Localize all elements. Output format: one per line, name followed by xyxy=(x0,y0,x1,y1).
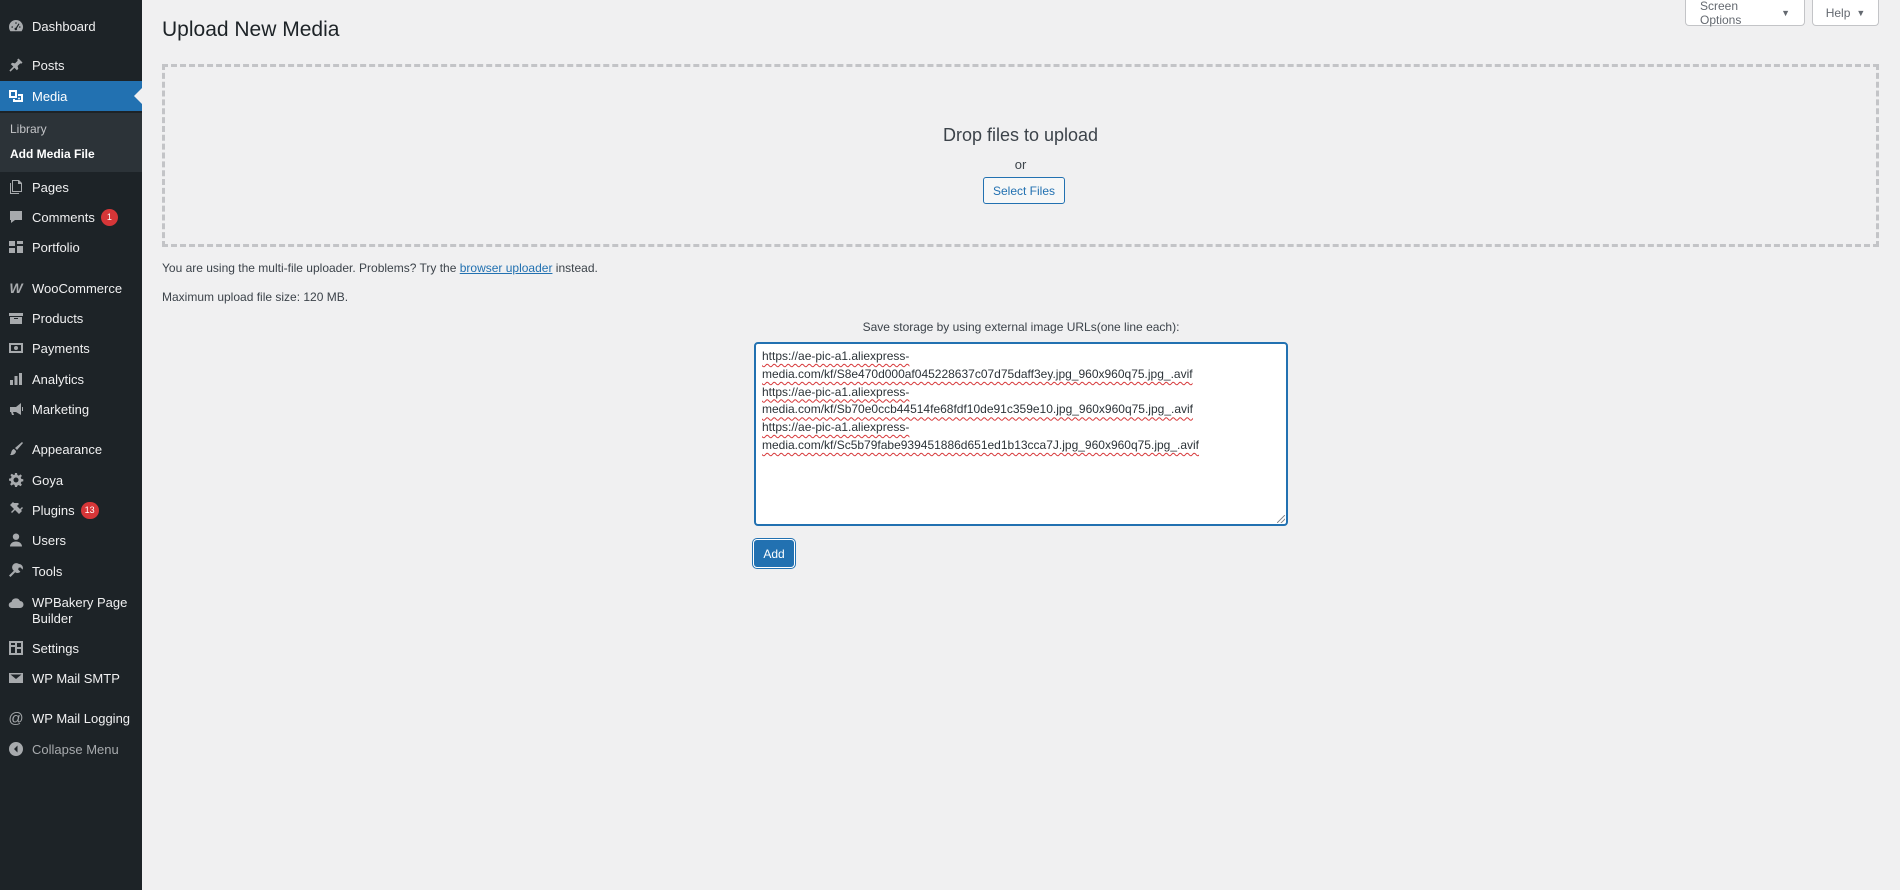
user-icon xyxy=(8,532,24,548)
megaphone-icon xyxy=(8,401,24,417)
sidebar-item-label: Collapse Menu xyxy=(32,741,119,757)
media-icon xyxy=(8,88,24,104)
dashboard-icon xyxy=(8,18,24,34)
sidebar-item-wp-mail-logging[interactable]: @ WP Mail Logging xyxy=(0,703,142,733)
sidebar-item-pages[interactable]: Pages xyxy=(0,172,142,202)
sidebar-item-label: WP Mail SMTP xyxy=(32,670,120,686)
drag-drop-area[interactable]: Drop files to upload or Select Files xyxy=(162,64,1879,247)
pin-icon xyxy=(8,57,24,73)
sidebar-item-wp-mail-smtp[interactable]: WP Mail SMTP xyxy=(0,663,142,693)
caret-down-icon: ▼ xyxy=(1856,7,1866,18)
drop-or-text: or xyxy=(1014,157,1027,172)
sidebar-item-products[interactable]: Products xyxy=(0,303,142,333)
analytics-icon xyxy=(8,371,24,387)
collapse-icon xyxy=(8,741,24,757)
sidebar-item-label: Media xyxy=(32,88,68,104)
sidebar-item-media[interactable]: Media xyxy=(0,81,142,111)
sidebar-item-dashboard[interactable]: Dashboard xyxy=(0,11,142,41)
media-submenu: Library Add Media File xyxy=(0,113,142,172)
sidebar-item-label: Dashboard xyxy=(32,18,96,34)
page-title: Upload New Media xyxy=(162,18,340,41)
products-icon xyxy=(8,310,24,326)
submenu-item-add-media-file[interactable]: Add Media File xyxy=(10,147,95,161)
drop-files-heading: Drop files to upload xyxy=(942,125,1099,145)
sidebar-item-label: Settings xyxy=(32,640,79,656)
comments-count-badge: 1 xyxy=(100,208,118,226)
at-icon: @ xyxy=(8,709,24,727)
gear-icon xyxy=(8,472,24,488)
external-urls-textarea[interactable]: https://ae-pic-a1.aliexpress- media.com/… xyxy=(754,342,1288,526)
sidebar-item-label: Appearance xyxy=(32,441,103,457)
sidebar-item-label: WPBakery Page Builder xyxy=(32,595,128,626)
sidebar-item-plugins[interactable]: Plugins 13 xyxy=(0,495,142,525)
pages-icon xyxy=(8,179,24,195)
portfolio-icon xyxy=(8,239,24,255)
sidebar-item-analytics[interactable]: Analytics xyxy=(0,364,142,394)
payments-icon xyxy=(8,340,24,356)
resize-handle-icon[interactable] xyxy=(1277,515,1285,523)
external-urls-label: Save storage by using external image URL… xyxy=(862,320,1180,334)
sidebar-item-appearance[interactable]: Appearance xyxy=(0,434,142,464)
help-tab[interactable]: Help ▼ xyxy=(1812,0,1879,26)
woocommerce-icon: W xyxy=(9,280,23,296)
sidebar-item-label: Comments xyxy=(32,209,95,225)
sidebar-item-marketing[interactable]: Marketing xyxy=(0,394,142,424)
caret-down-icon: ▼ xyxy=(1781,7,1790,18)
mail-icon xyxy=(8,670,24,686)
add-button[interactable]: Add xyxy=(754,540,794,567)
admin-sidebar: Dashboard Posts Media Library Add Media … xyxy=(0,0,142,890)
select-files-button[interactable]: Select Files xyxy=(983,177,1066,204)
collapse-menu-button[interactable]: Collapse Menu xyxy=(0,734,142,764)
sidebar-item-posts[interactable]: Posts xyxy=(0,50,142,80)
sidebar-item-label: Tools xyxy=(32,563,63,579)
sidebar-item-woocommerce[interactable]: W WooCommerce xyxy=(0,273,142,303)
sidebar-item-label: Users xyxy=(32,532,66,548)
sidebar-item-label: Products xyxy=(32,310,84,326)
sidebar-item-wpbakery[interactable]: WPBakery Page Builder xyxy=(0,589,142,633)
sidebar-item-label: Pages xyxy=(32,179,69,195)
sidebar-item-label: Analytics xyxy=(32,371,85,387)
screen-options-label: Screen Options xyxy=(1700,0,1742,27)
plugins-count-badge: 13 xyxy=(80,501,99,519)
sidebar-item-label: Portfolio xyxy=(32,239,80,255)
sidebar-item-label: WP Mail Logging xyxy=(32,710,131,726)
sidebar-item-label: Plugins xyxy=(32,502,75,518)
wrench-icon xyxy=(8,563,24,579)
browser-uploader-link[interactable]: browser uploader xyxy=(460,261,553,275)
sidebar-item-goya[interactable]: Goya xyxy=(0,465,142,495)
paintbrush-icon xyxy=(8,441,24,457)
sidebar-item-label: WooCommerce xyxy=(32,280,123,296)
sidebar-item-payments[interactable]: Payments xyxy=(0,333,142,363)
sidebar-item-users[interactable]: Users xyxy=(0,525,142,555)
uploader-note-prefix: You are using the multi-file uploader. P… xyxy=(162,261,457,275)
uploader-note: You are using the multi-file uploader. P… xyxy=(162,261,598,275)
sidebar-item-label: Marketing xyxy=(32,401,90,417)
submenu-item-library[interactable]: Library xyxy=(10,122,47,136)
sidebar-item-settings[interactable]: Settings xyxy=(0,633,142,663)
sidebar-item-label: Payments xyxy=(32,340,90,356)
uploader-note-suffix: instead. xyxy=(555,261,598,275)
plug-icon xyxy=(8,502,24,518)
sidebar-item-portfolio[interactable]: Portfolio xyxy=(0,232,142,262)
cloud-icon xyxy=(8,595,24,611)
comment-icon xyxy=(8,209,24,225)
help-label: Help xyxy=(1825,5,1851,20)
settings-icon xyxy=(8,640,24,656)
screen-options-tab[interactable]: Screen Options ▼ xyxy=(1685,0,1805,27)
sidebar-item-tools[interactable]: Tools xyxy=(0,556,142,586)
sidebar-item-comments[interactable]: Comments 1 xyxy=(0,202,142,232)
sidebar-item-label: Goya xyxy=(32,472,64,488)
sidebar-item-label: Posts xyxy=(32,57,65,73)
max-upload-size: Maximum upload file size: 120 MB. xyxy=(162,290,349,304)
